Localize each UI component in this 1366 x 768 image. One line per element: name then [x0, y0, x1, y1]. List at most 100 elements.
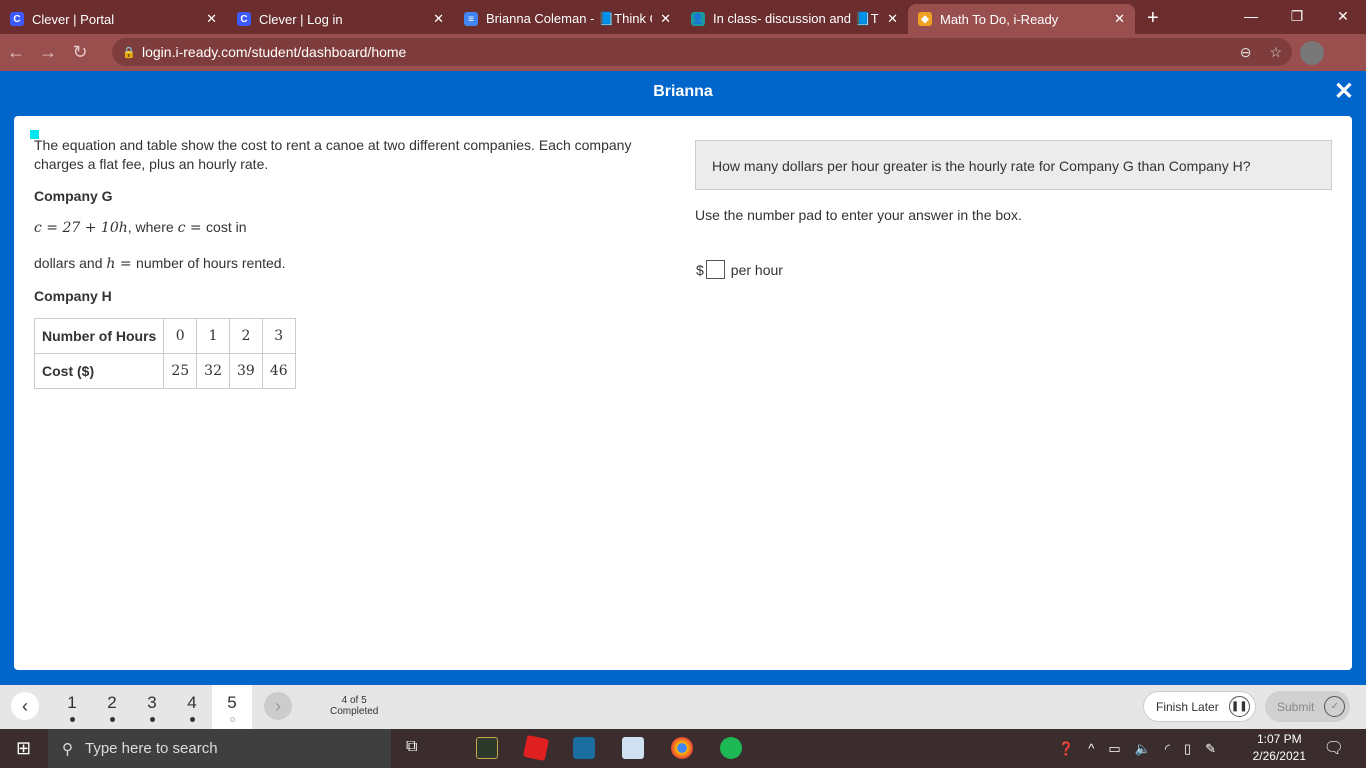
chrome-icon[interactable]	[671, 737, 693, 759]
table-cell: 3	[261, 318, 296, 354]
page-number: 1	[67, 693, 77, 712]
reload-icon[interactable]: ↻	[64, 42, 96, 63]
url-input[interactable]: 🔒 login.i-ready.com/student/dashboard/hom…	[112, 38, 1292, 66]
var-c: c =	[177, 220, 207, 236]
clever-icon: C	[10, 12, 24, 26]
table-cell: 25	[163, 353, 198, 389]
league-icon[interactable]	[476, 737, 498, 759]
browser-tab-strip: C Clever | Portal ✕ C Clever | Log in ✕ ≡ Bri…	[0, 0, 1366, 34]
tab-clever-login[interactable]: C Clever | Log in ✕	[227, 4, 454, 34]
new-tab-button[interactable]: +	[1135, 7, 1171, 34]
close-icon[interactable]: ✕	[1334, 71, 1354, 113]
close-tab-icon[interactable]: ✕	[660, 11, 671, 27]
finish-later-button[interactable]: Finish Later ❚❚	[1143, 691, 1256, 722]
device-icon[interactable]: ▯	[1184, 741, 1191, 757]
row-header: Number of Hours	[33, 318, 165, 354]
help-icon[interactable]: ❓	[1058, 741, 1074, 757]
table-cell: 46	[261, 353, 296, 389]
tab-title: Brianna Coleman - 📘Think Qu	[486, 11, 653, 26]
address-bar-row: ← → ↻ 🔒 login.i-ready.com/student/dashboard…	[0, 34, 1366, 71]
zoom-icon[interactable]: ⊖	[1240, 44, 1252, 61]
table-cell: 2	[229, 318, 263, 354]
navigation-footer: ‹ 1 2 3 4 5 › 4 of 5 Completed Finish Lat…	[0, 685, 1366, 729]
close-tab-icon[interactable]: ✕	[887, 11, 898, 27]
iready-icon: ◆	[918, 12, 932, 26]
page-3[interactable]: 3	[132, 685, 172, 729]
label: Finish Later	[1156, 699, 1219, 714]
clever-icon: C	[237, 12, 251, 26]
company-h-table: Number of Hours 0 1 2 3 Cost ($) 25 32 39 46	[33, 318, 296, 389]
tab-title: Math To Do, i-Ready	[940, 11, 1059, 27]
tab-iready[interactable]: ◆ Math To Do, i-Ready ✕	[908, 4, 1135, 34]
page-number: 3	[147, 693, 157, 712]
minimize-icon[interactable]: —	[1228, 0, 1274, 32]
tab-classroom[interactable]: 👤 In class- discussion and 📘Think ✕	[681, 4, 908, 34]
equation: c = 27 + 10h	[34, 220, 128, 236]
task-view-icon[interactable]: ⧉	[406, 738, 417, 756]
search-placeholder: Type here to search	[85, 740, 218, 757]
close-tab-icon[interactable]: ✕	[1114, 11, 1125, 27]
problem-intro: The equation and table show the cost to …	[34, 137, 632, 172]
question-panel: The equation and table show the cost to …	[14, 116, 1352, 670]
var-h: h =	[106, 256, 137, 272]
time: 1:07 PM	[1256, 732, 1302, 746]
windows-start-icon[interactable]: ⊞	[16, 738, 31, 759]
forward-icon[interactable]: →	[32, 42, 64, 63]
instruction-text: Use the number pad to enter your answer …	[695, 207, 1022, 223]
screen-recorder-icon[interactable]	[622, 737, 644, 759]
next-button[interactable]: ›	[264, 692, 292, 720]
lesson-header: Brianna ✕	[0, 71, 1366, 113]
profile-avatar[interactable]	[1300, 41, 1324, 65]
company-g-heading: Company G	[34, 188, 113, 204]
docs-icon: ≡	[464, 12, 478, 26]
table-row: Cost ($) 25 32 39 46	[33, 353, 296, 389]
wifi-icon[interactable]: ◜	[1165, 741, 1170, 757]
text: dollars and	[34, 255, 107, 271]
table-cell: 39	[229, 353, 263, 389]
tab-title: In class- discussion and 📘Think	[713, 11, 879, 26]
problem-stem: The equation and table show the cost to …	[33, 136, 674, 389]
progress-count: 4 of 5	[341, 695, 367, 706]
close-window-icon[interactable]: ✕	[1320, 0, 1366, 32]
equation-definition: dollars and h = number of hours rented.	[34, 254, 674, 274]
row-header: Cost ($)	[33, 353, 165, 389]
previous-button[interactable]: ‹	[11, 692, 39, 720]
table-row: Number of Hours 0 1 2 3	[33, 318, 296, 354]
volume-icon[interactable]: 🔈	[1135, 741, 1151, 757]
chevron-up-icon[interactable]: ^	[1088, 741, 1094, 756]
dollar-sign: $	[696, 261, 704, 278]
star-icon[interactable]: ☆	[1269, 44, 1282, 61]
app-icon[interactable]	[573, 737, 595, 759]
taskbar-search[interactable]: ⚲ Type here to search	[48, 729, 391, 768]
spotify-icon[interactable]	[720, 737, 742, 759]
battery-icon[interactable]: ▭	[1108, 741, 1120, 757]
page-number: 4	[187, 693, 197, 712]
submit-button[interactable]: Submit ✓	[1265, 691, 1351, 722]
pause-icon: ❚❚	[1228, 696, 1250, 717]
tab-docs[interactable]: ≡ Brianna Coleman - 📘Think Qu ✕	[454, 4, 681, 34]
page-number: 2	[107, 693, 117, 712]
question-prompt: How many dollars per hour greater is the…	[695, 140, 1332, 190]
tab-clever-portal[interactable]: C Clever | Portal ✕	[0, 4, 227, 34]
table-cell: 0	[163, 318, 198, 354]
restore-icon[interactable]: ❐	[1274, 0, 1320, 32]
pen-icon[interactable]: ✎	[1205, 741, 1216, 757]
back-icon[interactable]: ←	[0, 42, 32, 63]
answer-row: $ per hour	[696, 260, 783, 279]
page-2[interactable]: 2	[92, 685, 132, 729]
notifications-icon[interactable]: 🗨	[1324, 738, 1344, 758]
page-4[interactable]: 4	[172, 685, 212, 729]
table-cell: 1	[196, 318, 230, 354]
search-icon: ⚲	[62, 740, 73, 758]
close-tab-icon[interactable]: ✕	[206, 11, 217, 27]
page-1[interactable]: 1	[52, 685, 92, 729]
text: , where	[127, 219, 178, 235]
unit-label: per hour	[730, 261, 783, 278]
close-tab-icon[interactable]: ✕	[433, 11, 444, 27]
clock[interactable]: 1:07 PM 2/26/2021	[1253, 731, 1306, 765]
equation-line: c = 27 + 10h, where c = cost in	[34, 218, 674, 238]
answer-input[interactable]	[705, 260, 725, 279]
text: cost in	[206, 219, 247, 235]
roblox-icon[interactable]	[522, 734, 550, 762]
page-5[interactable]: 5	[212, 685, 252, 729]
